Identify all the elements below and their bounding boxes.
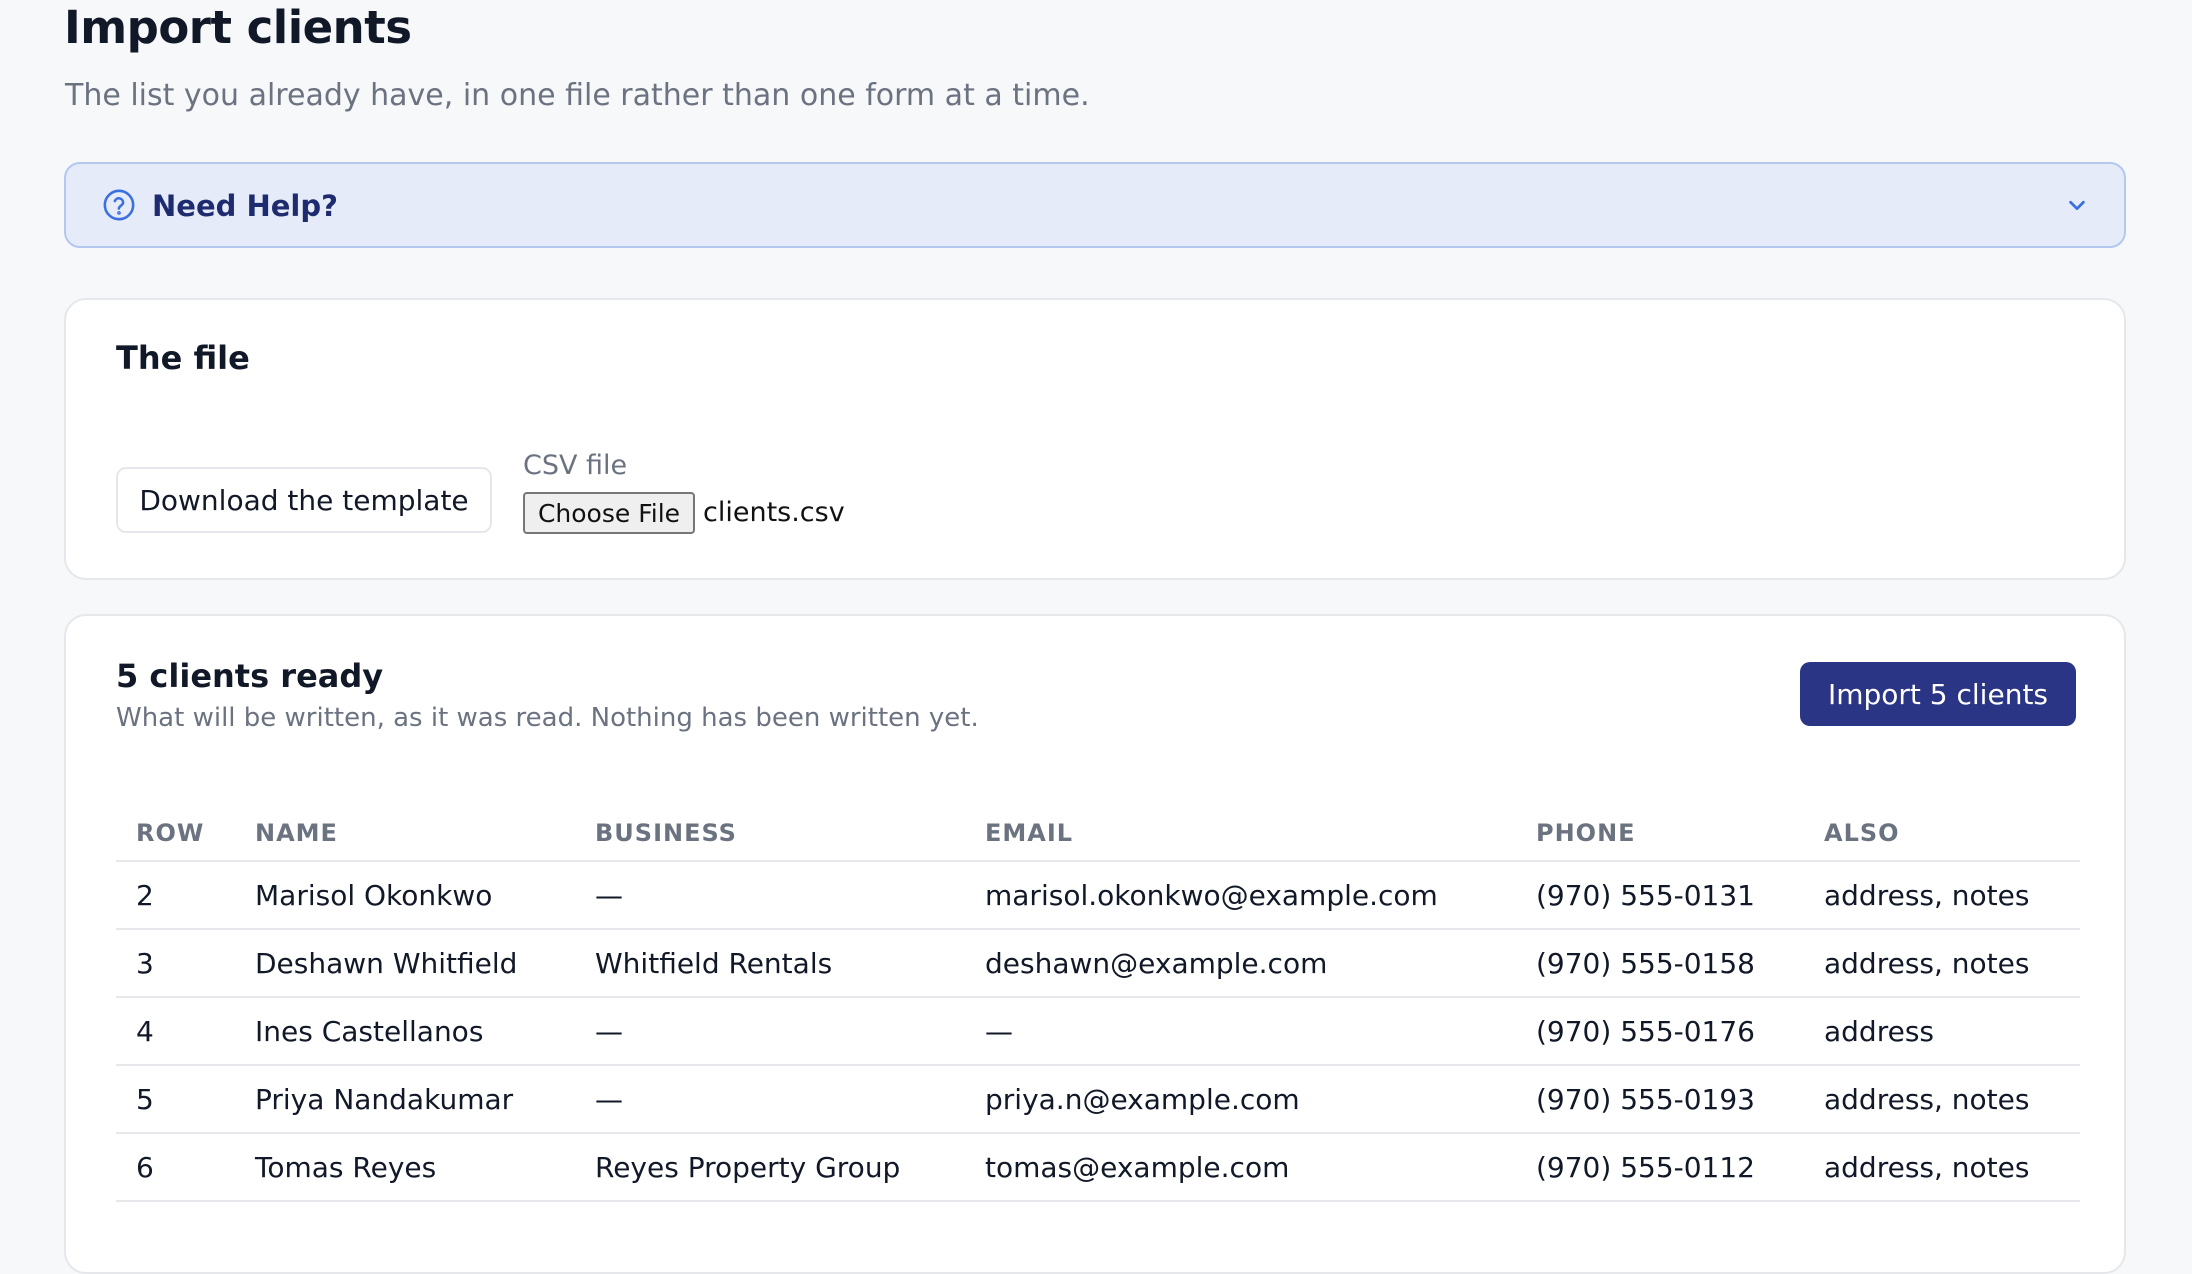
table-row: 4 Ines Castellanos — — (970) 555-0176 ad… [116,997,2080,1066]
page-title: Import clients [64,1,412,54]
cell-name: Deshawn Whitfield [235,929,575,998]
download-template-button[interactable]: Download the template [116,467,492,533]
file-card: The file Download the template CSV file … [64,298,2126,580]
need-help-label: Need Help? [152,189,338,223]
cell-email: priya.n@example.com [965,1065,1516,1134]
cell-also: address, notes [1804,1133,2080,1202]
column-header-row: ROW [116,806,235,862]
cell-row: 2 [116,861,235,930]
column-header-phone: PHONE [1516,806,1804,862]
chevron-down-icon[interactable] [2066,194,2088,216]
cell-row: 6 [116,1133,235,1202]
table-row: 3 Deshawn Whitfield Whitfield Rentals de… [116,929,2080,998]
column-header-name: NAME [235,806,575,862]
column-header-email: EMAIL [965,806,1516,862]
cell-also: address [1804,997,2080,1066]
file-card-title: The file [116,339,250,377]
question-circle-icon [103,189,135,221]
cell-email: marisol.okonkwo@example.com [965,861,1516,930]
choose-file-button[interactable]: Choose File [523,492,695,534]
cell-phone: (970) 555-0158 [1516,929,1804,998]
table-header-row: ROW NAME BUSINESS EMAIL PHONE ALSO [116,806,2080,862]
import-clients-page: Import clients The list you already have… [0,0,2192,1274]
clients-ready-title: 5 clients ready [116,657,384,695]
cell-business: Reyes Property Group [575,1133,965,1202]
cell-email: — [965,997,1516,1066]
table-row: 5 Priya Nandakumar — priya.n@example.com… [116,1065,2080,1134]
page-subtitle: The list you already have, in one file r… [65,78,1090,113]
cell-row: 5 [116,1065,235,1134]
cell-also: address, notes [1804,929,2080,998]
need-help-toggle[interactable]: Need Help? [64,162,2126,248]
clients-preview-card: 5 clients ready What will be written, as… [64,614,2126,1274]
import-clients-button[interactable]: Import 5 clients [1800,662,2076,726]
cell-email: tomas@example.com [965,1133,1516,1202]
cell-business: — [575,861,965,930]
cell-business: — [575,997,965,1066]
clients-table: ROW NAME BUSINESS EMAIL PHONE ALSO 2 Mar… [116,806,2080,1202]
cell-phone: (970) 555-0176 [1516,997,1804,1066]
cell-also: address, notes [1804,1065,2080,1134]
cell-phone: (970) 555-0112 [1516,1133,1804,1202]
cell-name: Priya Nandakumar [235,1065,575,1134]
clients-ready-description: What will be written, as it was read. No… [116,703,979,733]
cell-phone: (970) 555-0193 [1516,1065,1804,1134]
selected-file-name: clients.csv [703,497,845,528]
cell-phone: (970) 555-0131 [1516,861,1804,930]
cell-business: Whitfield Rentals [575,929,965,998]
cell-row: 3 [116,929,235,998]
column-header-also: ALSO [1804,806,2080,862]
column-header-business: BUSINESS [575,806,965,862]
csv-file-label: CSV file [523,450,628,481]
cell-email: deshawn@example.com [965,929,1516,998]
table-row: 6 Tomas Reyes Reyes Property Group tomas… [116,1133,2080,1202]
cell-name: Tomas Reyes [235,1133,575,1202]
cell-name: Ines Castellanos [235,997,575,1066]
cell-business: — [575,1065,965,1134]
cell-name: Marisol Okonkwo [235,861,575,930]
cell-also: address, notes [1804,861,2080,930]
cell-row: 4 [116,997,235,1066]
table-row: 2 Marisol Okonkwo — marisol.okonkwo@exam… [116,861,2080,930]
